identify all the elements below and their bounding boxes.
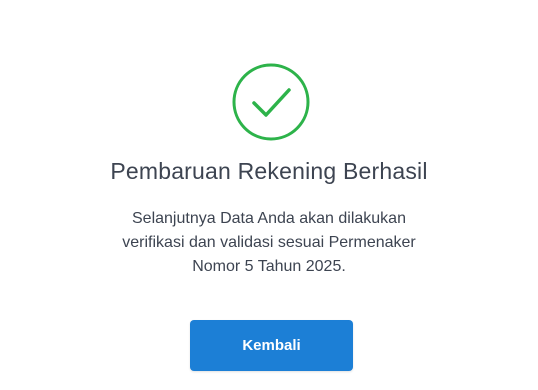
message-line: Nomor 5 Tahun 2025. <box>192 258 346 275</box>
message-line: verifikasi dan validasi sesuai Permenake… <box>122 234 416 251</box>
success-title: Pembaruan Rekening Berhasil <box>110 158 428 184</box>
back-button[interactable]: Kembali <box>190 320 353 371</box>
success-dialog: Pembaruan Rekening Berhasil Selanjutnya … <box>0 0 538 390</box>
success-message: Selanjutnya Data Anda akan dilakukan ver… <box>0 207 538 279</box>
message-line: Selanjutnya Data Anda akan dilakukan <box>132 210 406 227</box>
check-circle-icon <box>231 62 311 142</box>
